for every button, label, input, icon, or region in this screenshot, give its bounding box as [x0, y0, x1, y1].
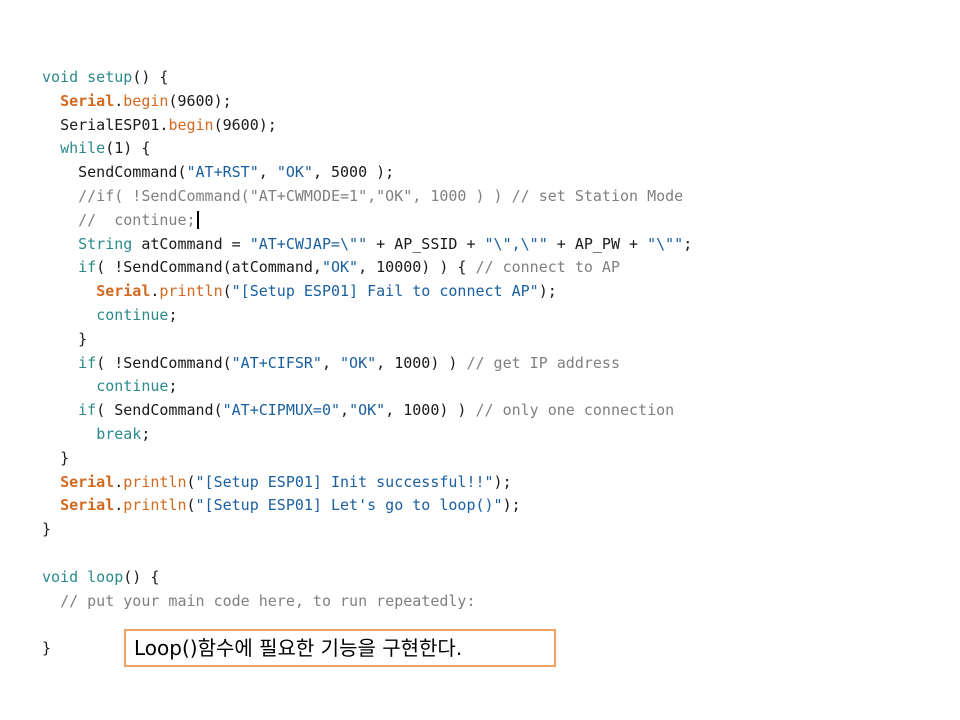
string-literal: "AT+CIFSR" — [231, 353, 322, 372]
comment: // continue; — [78, 210, 196, 229]
code-text: + AP_PW + — [547, 234, 648, 253]
keyword: if — [78, 258, 97, 277]
code-line: Serial.println("[Setup ESP01] Init succe… — [60, 472, 512, 491]
method-name: println — [123, 472, 187, 491]
code-text: atCommand = — [132, 234, 250, 253]
function-name: loop — [87, 567, 124, 586]
object-name: Serial — [60, 496, 115, 515]
code-text: ( SendCommand( — [96, 401, 223, 420]
code-text: } — [42, 639, 52, 658]
string-literal: "\",\"" — [484, 234, 548, 253]
method-name: begin — [123, 91, 169, 110]
comment: // only one connection — [475, 401, 675, 420]
code-text: ); — [538, 282, 557, 301]
annotation-box: Loop()함수에 필요한 기능을 구현한다. — [124, 629, 556, 667]
string-literal: "OK" — [276, 163, 313, 182]
method-name: println — [159, 282, 223, 301]
function-name: setup — [87, 68, 133, 86]
method-name: println — [123, 496, 187, 515]
string-literal: "AT+CIPMUX=0" — [222, 401, 341, 420]
code-text: ( !SendCommand( — [96, 353, 232, 372]
code-text: , 1000) ) — [385, 401, 476, 420]
string-literal: "[Setup ESP01] Let's go to loop()" — [195, 496, 503, 515]
code-line: continue; — [96, 305, 178, 324]
annotation-text: Loop()함수에 필요한 기능을 구현한다. — [134, 636, 463, 660]
code-line: if( !SendCommand("AT+CIFSR", "OK", 1000)… — [78, 353, 620, 372]
string-literal: "[Setup ESP01] Fail to connect AP" — [231, 282, 539, 301]
code-line: continue; — [96, 377, 178, 396]
code-text: ); — [493, 472, 512, 491]
code-text: (1) { — [105, 139, 151, 158]
code-line: void loop() { — [42, 566, 692, 590]
string-literal: "[Setup ESP01] Init successful!!" — [195, 472, 494, 491]
text-cursor — [196, 211, 199, 230]
keyword: String — [78, 234, 133, 253]
comment: //if( !SendCommand("AT+CWMODE=1","OK", 1… — [78, 186, 684, 205]
keyword: if — [78, 353, 97, 372]
code-text: () { — [123, 567, 160, 586]
code-text: SendCommand( — [78, 163, 187, 182]
code-text: , 1000) ) — [376, 353, 467, 372]
keyword: if — [78, 401, 97, 420]
object-name: Serial — [60, 472, 115, 491]
code-text: () { — [132, 68, 169, 86]
code-line: if( !SendCommand(atCommand,"OK", 10000) … — [42, 256, 692, 280]
keyword: break — [96, 424, 142, 443]
code-text: (9600); — [168, 91, 232, 110]
code-text: ( !SendCommand(atCommand, — [96, 258, 322, 277]
code-line: //if( !SendCommand("AT+CWMODE=1","OK", 1… — [42, 185, 692, 209]
code-line: SendCommand("AT+RST", "OK", 5000 ); — [78, 163, 395, 182]
comment: // get IP address — [466, 353, 620, 372]
code-text: ); — [502, 496, 521, 515]
code-text: , 5000 ); — [312, 163, 395, 182]
code-line: while(1) { — [42, 137, 692, 161]
keyword: continue — [96, 377, 169, 396]
code-line: void setup() { — [42, 66, 692, 90]
code-text: + AP_SSID + — [367, 234, 485, 253]
code-text: } — [60, 448, 70, 467]
code-line: } — [42, 447, 692, 471]
keyword: void — [42, 567, 79, 586]
comment: // connect to AP — [475, 258, 621, 277]
code-text: SerialESP01. — [60, 115, 169, 134]
keyword: continue — [96, 305, 169, 324]
code-text: , 10000) ) { — [358, 258, 476, 277]
code-line: Serial.println("[Setup ESP01] Let's go t… — [60, 496, 521, 515]
code-line: break; — [96, 424, 151, 443]
object-name: Serial — [96, 282, 151, 301]
string-literal: "AT+RST" — [186, 163, 259, 182]
string-literal: "AT+CWJAP=\"" — [249, 234, 368, 253]
keyword: void — [42, 68, 79, 86]
string-literal: "OK" — [321, 258, 359, 277]
code-text: } — [42, 520, 52, 539]
string-literal: "OK" — [349, 401, 386, 420]
code-line: // continue; — [42, 209, 692, 233]
code-line: Serial.println("[Setup ESP01] Fail to co… — [96, 282, 557, 301]
code-line: } — [42, 518, 692, 542]
method-name: begin — [168, 115, 214, 134]
code-text: } — [78, 329, 88, 348]
code-text: (9600); — [213, 115, 277, 134]
code-line: String atCommand = "AT+CWJAP=\"" + AP_SS… — [78, 234, 693, 253]
code-line: } — [42, 328, 692, 352]
comment: // put your main code here, to run repea… — [60, 591, 476, 610]
object-name: Serial — [60, 91, 115, 110]
code-block: void setup() { Serial.begin(9600); Seria… — [42, 66, 692, 661]
string-literal: "\"" — [647, 234, 684, 253]
code-line: SerialESP01.begin(9600); — [42, 114, 692, 138]
code-line: if( SendCommand("AT+CIPMUX=0","OK", 1000… — [78, 401, 675, 420]
code-line: // put your main code here, to run repea… — [42, 590, 692, 614]
keyword: while — [60, 139, 106, 158]
string-literal: "OK" — [340, 353, 377, 372]
code-line: Serial.begin(9600); — [60, 91, 232, 110]
